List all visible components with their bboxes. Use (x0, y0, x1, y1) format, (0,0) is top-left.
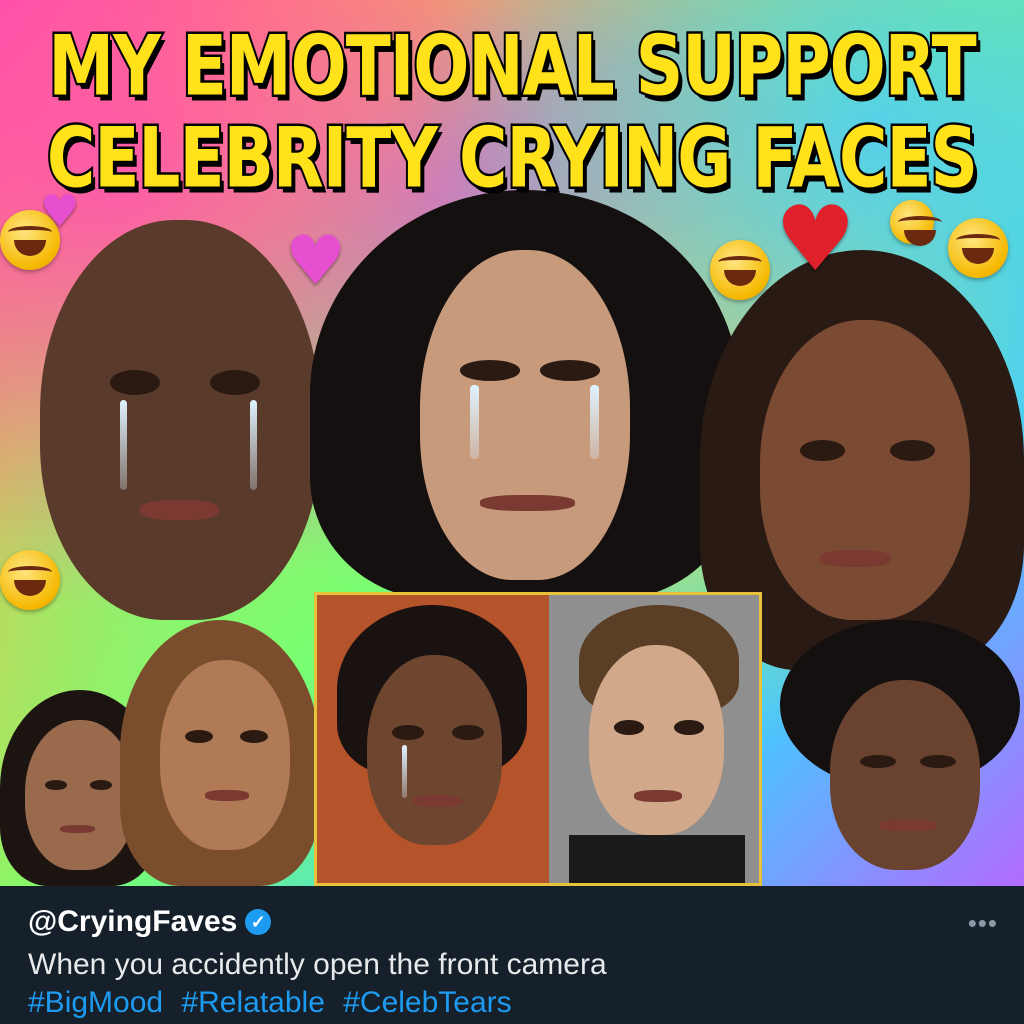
laughing-crying-emoji-icon (890, 200, 942, 246)
verified-badge-icon: ✓ (245, 909, 272, 935)
broken-heart-emoji-icon: ♥ (775, 187, 856, 292)
serious-face-photo-bottom-4 (549, 595, 759, 883)
laughing-crying-emoji-icon (0, 550, 60, 610)
tweet-bar: @CryingFaves ✓ ••• When you accidently o… (0, 886, 1024, 1024)
broken-heart-emoji-icon: ♥ (285, 222, 346, 301)
meme-image[interactable]: ♥ ♥ ♥ MY EMOTIONAL SUPPORT CELEBRITY CRY… (0, 0, 1024, 886)
inset-photo-frame (314, 592, 762, 886)
headline-line-1: MY EMOTIONAL SUPPORT (46, 16, 978, 117)
hashtag-list: #BigMood #Relatable #CelebTears (28, 986, 996, 1020)
post-card: ♥ ♥ ♥ MY EMOTIONAL SUPPORT CELEBRITY CRY… (0, 0, 1024, 1024)
tweet-caption: When you accidently open the front camer… (28, 948, 607, 981)
laughing-crying-emoji-icon (710, 240, 770, 300)
handle-row: @CryingFaves ✓ (28, 902, 996, 942)
account-handle[interactable]: @CryingFaves (28, 905, 237, 939)
crying-face-photo-bottom-3 (317, 595, 549, 883)
sad-face-photo-bottom-5 (770, 620, 1024, 886)
hashtag-link[interactable]: #Relatable (181, 986, 324, 1019)
hashtag-link[interactable]: #BigMood (28, 986, 163, 1019)
sad-face-photo-bottom-2 (120, 620, 320, 886)
headline-line-2: CELEBRITY CRYING FACES (45, 108, 980, 209)
laughing-crying-emoji-icon (948, 218, 1008, 278)
more-options-icon[interactable]: ••• (968, 908, 998, 939)
crying-face-photo-center (310, 190, 740, 600)
hashtag-link[interactable]: #CelebTears (343, 986, 511, 1019)
